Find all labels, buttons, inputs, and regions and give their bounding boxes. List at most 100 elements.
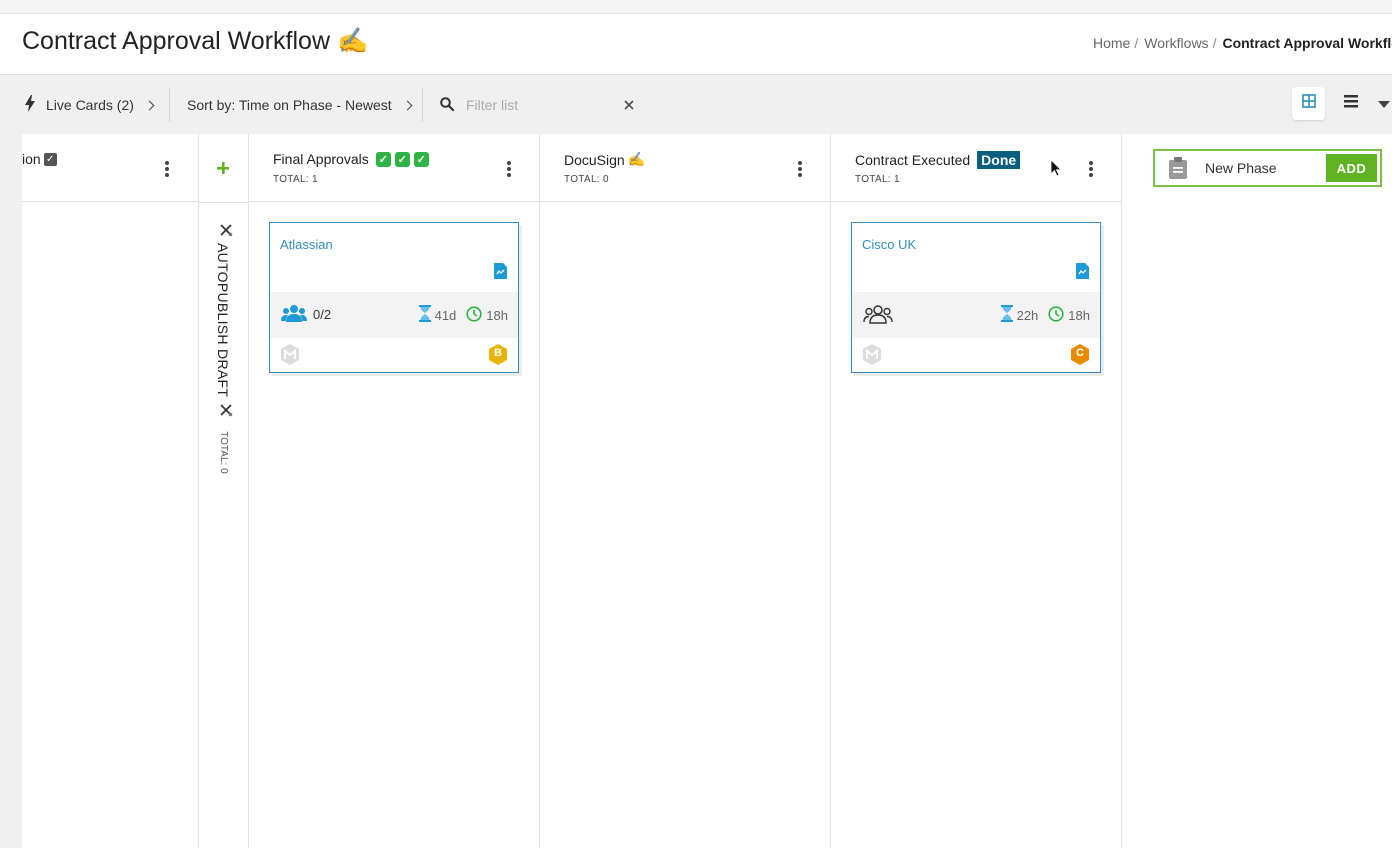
add-phase-button[interactable]: ADD	[1326, 154, 1377, 182]
check-mark-icon: ✓	[394, 151, 410, 167]
list-icon	[1343, 94, 1358, 113]
hourglass-icon	[1000, 305, 1013, 325]
phase-column: ion ✓	[22, 134, 199, 848]
phase-menu-icon[interactable]	[504, 159, 514, 179]
phase-title-text: ion	[22, 151, 41, 167]
search-icon	[440, 96, 455, 114]
phase-header: Final Approvals ✓ ✓ ✓ TOTAL: 1	[249, 134, 539, 202]
add-card-icon[interactable]	[217, 161, 229, 179]
phase-total: TOTAL: 0	[564, 174, 609, 185]
phase-column-docusign: DocuSign ✍ TOTAL: 0	[540, 134, 831, 848]
window-top-strip	[0, 0, 1392, 14]
collapsed-phase-title: AUTOPUBLISH DRAFT	[215, 243, 232, 398]
toolbar-divider	[422, 88, 423, 122]
time-total: 18h	[486, 307, 508, 323]
phase-header: Contract Executed Done TOTAL: 1	[831, 134, 1121, 202]
workflow-card[interactable]: Cisco UK 22h 18h C	[851, 222, 1101, 373]
caret-down-icon	[1378, 95, 1390, 113]
breadcrumb-workflows[interactable]: Workflows	[1144, 35, 1208, 51]
writing-hand-icon: ✍	[627, 151, 646, 167]
priority-badge[interactable]: C	[1070, 344, 1090, 370]
chevron-right-icon	[144, 100, 155, 110]
phase-header: ion ✓	[22, 134, 198, 202]
card-stats: 0/2 41d 18h	[270, 292, 518, 338]
filter-input[interactable]	[466, 97, 616, 113]
chevron-right-icon	[402, 100, 413, 110]
document-icon[interactable]	[1076, 263, 1089, 284]
card-times: 41d 18h	[418, 305, 508, 325]
page-title-text: Contract Approval Workflow	[22, 27, 330, 55]
phase-column-final-approvals: Final Approvals ✓ ✓ ✓ TOTAL: 1 Atlassian…	[249, 134, 540, 848]
card-members[interactable]	[863, 304, 899, 327]
phase-menu-icon[interactable]	[162, 159, 172, 179]
priority-badge[interactable]: B	[488, 344, 508, 370]
clear-filter-icon[interactable]	[624, 97, 634, 113]
phase-title: DocuSign ✍	[564, 151, 645, 168]
filter-box	[440, 76, 634, 134]
time-on-phase: 41d	[434, 307, 457, 323]
phase-title: ion ✓	[22, 151, 57, 167]
logo-placeholder-icon	[280, 344, 300, 370]
toolbar-divider	[169, 88, 170, 122]
breadcrumb-home[interactable]: Home	[1093, 35, 1130, 51]
card-title[interactable]: Cisco UK	[862, 237, 916, 252]
phase-title: Final Approvals ✓ ✓ ✓	[273, 151, 429, 167]
card-stats: 22h 18h	[852, 292, 1100, 338]
phase-menu-icon[interactable]	[1086, 159, 1096, 179]
phase-title-text: DocuSign	[564, 151, 625, 168]
logo-placeholder-icon	[862, 344, 882, 370]
users-outline-icon	[863, 304, 893, 327]
hourglass-icon	[418, 305, 431, 325]
done-badge: Done	[977, 151, 1021, 169]
board-toolbar: Live Cards (2) Sort by: Time on Phase - …	[0, 76, 1392, 134]
phase-title-text: Contract Executed	[855, 152, 971, 168]
breadcrumb: Home / Workflows / Contract Approval Workflo	[1093, 35, 1392, 51]
more-views-dropdown[interactable]	[1376, 87, 1392, 120]
page-header: Contract Approval Workflow ✍ Home / Workfl…	[0, 14, 1392, 75]
lightning-icon	[24, 95, 36, 115]
mouse-cursor-icon	[1050, 159, 1062, 182]
sort-button[interactable]: Sort by: Time on Phase - Newest	[187, 76, 413, 134]
phase-total: TOTAL: 1	[855, 174, 900, 185]
time-total: 18h	[1068, 307, 1090, 323]
new-phase-form: New Phase ADD	[1153, 149, 1382, 187]
tools-icon	[214, 223, 233, 237]
clock-icon	[1048, 305, 1064, 325]
phase-title-text: Final Approvals	[273, 151, 369, 167]
phase-column-collapsed[interactable]: AUTOPUBLISH DRAFT TOTAL: 0	[199, 134, 249, 848]
writing-hand-icon: ✍	[336, 27, 369, 55]
clock-icon	[466, 305, 482, 325]
phase-menu-icon[interactable]	[795, 159, 805, 179]
clipboard-icon	[1169, 157, 1187, 184]
sort-label: Sort by: Time on Phase - Newest	[187, 97, 392, 113]
check-mark-icon: ✓	[375, 151, 391, 167]
new-phase-input[interactable]: New Phase	[1205, 160, 1277, 176]
collapsed-phase-label: AUTOPUBLISH DRAFT TOTAL: 0	[214, 223, 233, 474]
phase-title: Contract Executed Done	[855, 151, 1021, 169]
check-square-icon: ✓	[43, 152, 57, 166]
live-cards-label: Live Cards (2)	[46, 97, 134, 113]
card-times: 22h 18h	[1000, 305, 1090, 325]
document-icon[interactable]	[494, 263, 507, 284]
time-on-phase: 22h	[1016, 307, 1039, 323]
phase-total: TOTAL: 1	[273, 174, 318, 185]
list-view-button[interactable]	[1334, 87, 1367, 120]
workflow-card[interactable]: Atlassian 0/2 41d 18h B	[269, 222, 519, 373]
users-icon	[281, 304, 307, 325]
check-mark-icon: ✓	[413, 151, 429, 167]
members-count: 0/2	[313, 307, 332, 322]
phase-column-contract-executed: Contract Executed Done TOTAL: 1 Cisco UK	[831, 134, 1122, 848]
tools-icon	[214, 403, 233, 417]
page-title: Contract Approval Workflow ✍	[22, 27, 368, 56]
priority-letter: B	[494, 347, 502, 359]
kanban-board: ion ✓ AUTOPUBLISH DRAFT TOTAL: 0 Final A…	[22, 134, 1392, 848]
phase-header: DocuSign ✍ TOTAL: 0	[540, 134, 830, 202]
grid-icon	[1301, 94, 1316, 113]
live-cards-button[interactable]: Live Cards (2)	[24, 76, 155, 134]
breadcrumb-current: Contract Approval Workflo	[1222, 35, 1392, 51]
priority-letter: C	[1076, 347, 1084, 359]
board-view-button[interactable]	[1292, 87, 1325, 120]
card-title[interactable]: Atlassian	[280, 237, 333, 252]
card-members[interactable]: 0/2	[281, 304, 331, 325]
collapsed-phase-total: TOTAL: 0	[218, 431, 229, 474]
